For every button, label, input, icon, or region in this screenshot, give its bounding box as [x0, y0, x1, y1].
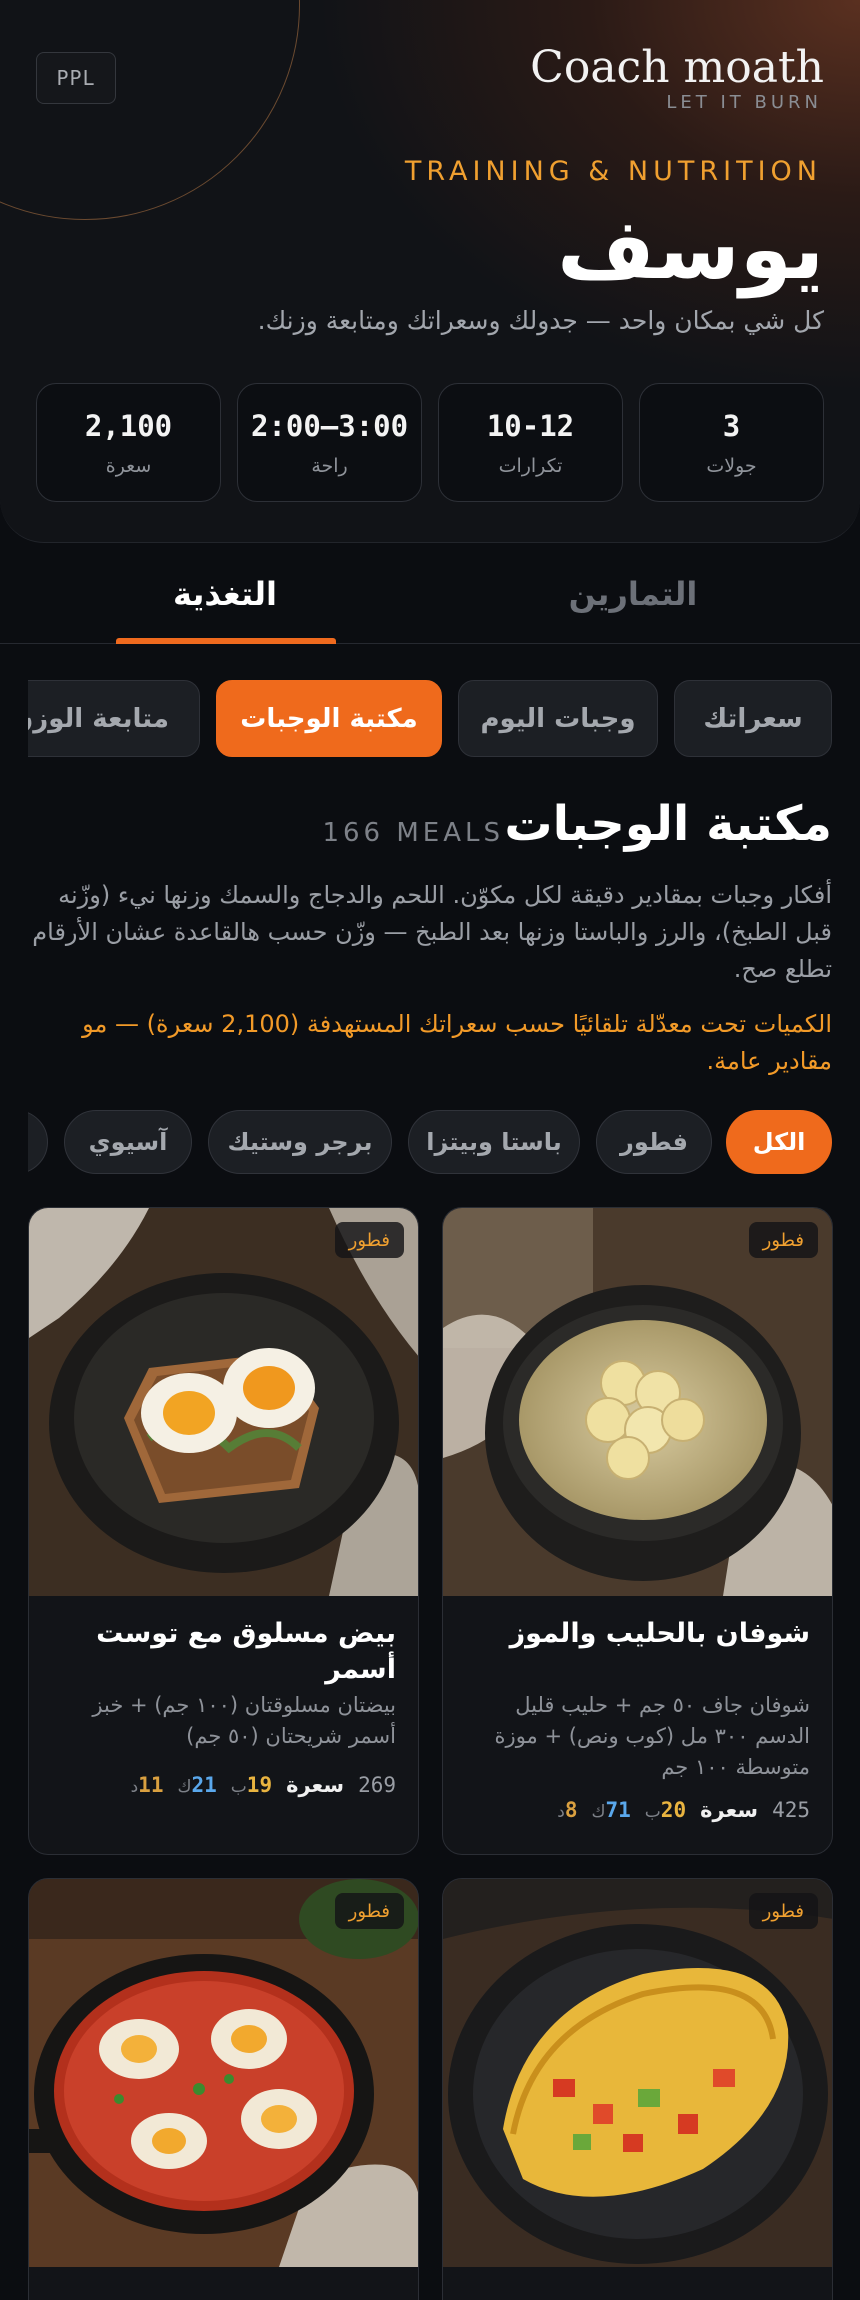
- kcal-label: سعرة: [286, 1773, 345, 1797]
- subtab-meal-library[interactable]: مكتبة الوجبات: [216, 680, 442, 757]
- kcal-value: 425: [772, 1798, 810, 1822]
- sub-tabs: سعراتك وجبات اليوم مكتبة الوجبات متابعة …: [28, 680, 832, 757]
- category-badge: فطور: [748, 1222, 818, 1258]
- tab-workouts[interactable]: التمارين: [483, 575, 783, 613]
- stat-label: سعرة: [105, 454, 152, 477]
- library-title: مكتبة الوجبات: [504, 796, 832, 852]
- meal-card[interactable]: فطور شوفان بالحليب والموز شوفان جاف ٥٠ ج…: [442, 1207, 833, 1855]
- meal-photo: فطور: [29, 1208, 418, 1596]
- meal-card[interactable]: فطور بيض مسلوق مع توست أسمر بيضتان مسلوق…: [28, 1207, 419, 1855]
- fat-macro: 11د: [130, 1773, 164, 1797]
- meal-photo: فطور: [29, 1879, 418, 2267]
- category-filters: الكل فطور باستا وبيتزا برجر وستيك آسيوي: [28, 1110, 832, 1174]
- meal-photo: فطور: [443, 1879, 832, 2267]
- meal-count: 166 MEALS: [322, 818, 504, 848]
- stat-value: 3: [722, 408, 741, 443]
- meal-ingredients: بيضتان مسلوقتان (١٠٠ جم) + خبز أسمر شريح…: [92, 1693, 396, 1748]
- subtab-weight-tracking[interactable]: متابعة الوزن: [28, 680, 200, 757]
- stat-reps: 10-12 تكرارات: [438, 383, 623, 502]
- hero-header: PPL Coach moath LET IT BURN TRAINING & N…: [0, 0, 860, 543]
- subtab-todays-meals[interactable]: وجبات اليوم: [458, 680, 658, 757]
- stats-row: 3 جولات 10-12 تكرارات 2:00–3:00 راحة 2,1…: [36, 383, 824, 502]
- stat-value: 2:00–3:00: [250, 408, 409, 443]
- stat-calories: 2,100 سعرة: [36, 383, 221, 502]
- brand-subtitle: LET IT BURN: [666, 92, 822, 113]
- subtab-calories[interactable]: سعراتك: [674, 680, 832, 757]
- fat-macro: 8د: [557, 1798, 578, 1822]
- category-badge: فطور: [334, 1222, 404, 1258]
- brand-title: Coach moath: [530, 42, 824, 93]
- meal-name: بيض مسلوق مع توست أسمر: [96, 1618, 396, 1685]
- filter-pasta-pizza[interactable]: باستا وبيتزا: [408, 1110, 580, 1174]
- stat-value: 10-12: [486, 408, 575, 443]
- protein-macro: 20ب: [644, 1798, 687, 1822]
- meal-macros: 425 سعرة 20ب 71ك 8د: [557, 1798, 810, 1822]
- stat-label: تكرارات: [498, 454, 563, 477]
- category-badge: فطور: [748, 1893, 818, 1929]
- stat-label: جولات: [706, 454, 757, 477]
- stat-rounds: 3 جولات: [639, 383, 824, 502]
- stat-value: 2,100: [84, 408, 173, 443]
- filter-breakfast[interactable]: فطور: [596, 1110, 712, 1174]
- carbs-macro: 21ك: [177, 1773, 217, 1797]
- kcal-value: 269: [358, 1773, 396, 1797]
- program-badge[interactable]: PPL: [36, 52, 116, 104]
- meal-card[interactable]: فطور: [28, 1878, 419, 2300]
- stat-label: راحة: [311, 454, 348, 477]
- main-tabs: التمارين التغذية: [0, 543, 860, 644]
- tab-nutrition[interactable]: التغذية: [75, 575, 375, 613]
- filter-all[interactable]: الكل: [726, 1110, 832, 1174]
- meal-card[interactable]: فطور: [442, 1878, 833, 2300]
- filter-burger-steak[interactable]: برجر وستيك: [208, 1110, 392, 1174]
- filter-asian[interactable]: آسيوي: [64, 1110, 192, 1174]
- meal-name: شوفان بالحليب والموز: [509, 1618, 810, 1649]
- protein-macro: 19ب: [230, 1773, 273, 1797]
- library-description: أفكار وجبات بمقادير دقيقة لكل مكوّن. الل…: [32, 881, 832, 983]
- meal-macros: 269 سعرة 19ب 21ك 11د: [131, 1773, 396, 1797]
- section-kicker: TRAINING & NUTRITION: [404, 156, 822, 187]
- stat-rest: 2:00–3:00 راحة: [237, 383, 422, 502]
- kcal-label: سعرة: [700, 1798, 759, 1822]
- meal-ingredients: شوفان جاف ٥٠ جم + حليب قليل الدسم ٣٠٠ مل…: [494, 1693, 810, 1779]
- carbs-macro: 71ك: [591, 1798, 631, 1822]
- active-tab-indicator: [116, 638, 336, 644]
- category-badge: فطور: [334, 1893, 404, 1929]
- user-name: يوسف: [557, 200, 824, 298]
- meal-photo: فطور: [443, 1208, 832, 1596]
- filter-more[interactable]: [28, 1110, 48, 1174]
- library-note: الكميات تحت معدّلة تلقائيًا حسب سعراتك ا…: [82, 1010, 832, 1075]
- hero-description: كل شي بمكان واحد — جدولك وسعراتك ومتابعة…: [257, 306, 824, 335]
- decorative-circle: [0, 0, 300, 220]
